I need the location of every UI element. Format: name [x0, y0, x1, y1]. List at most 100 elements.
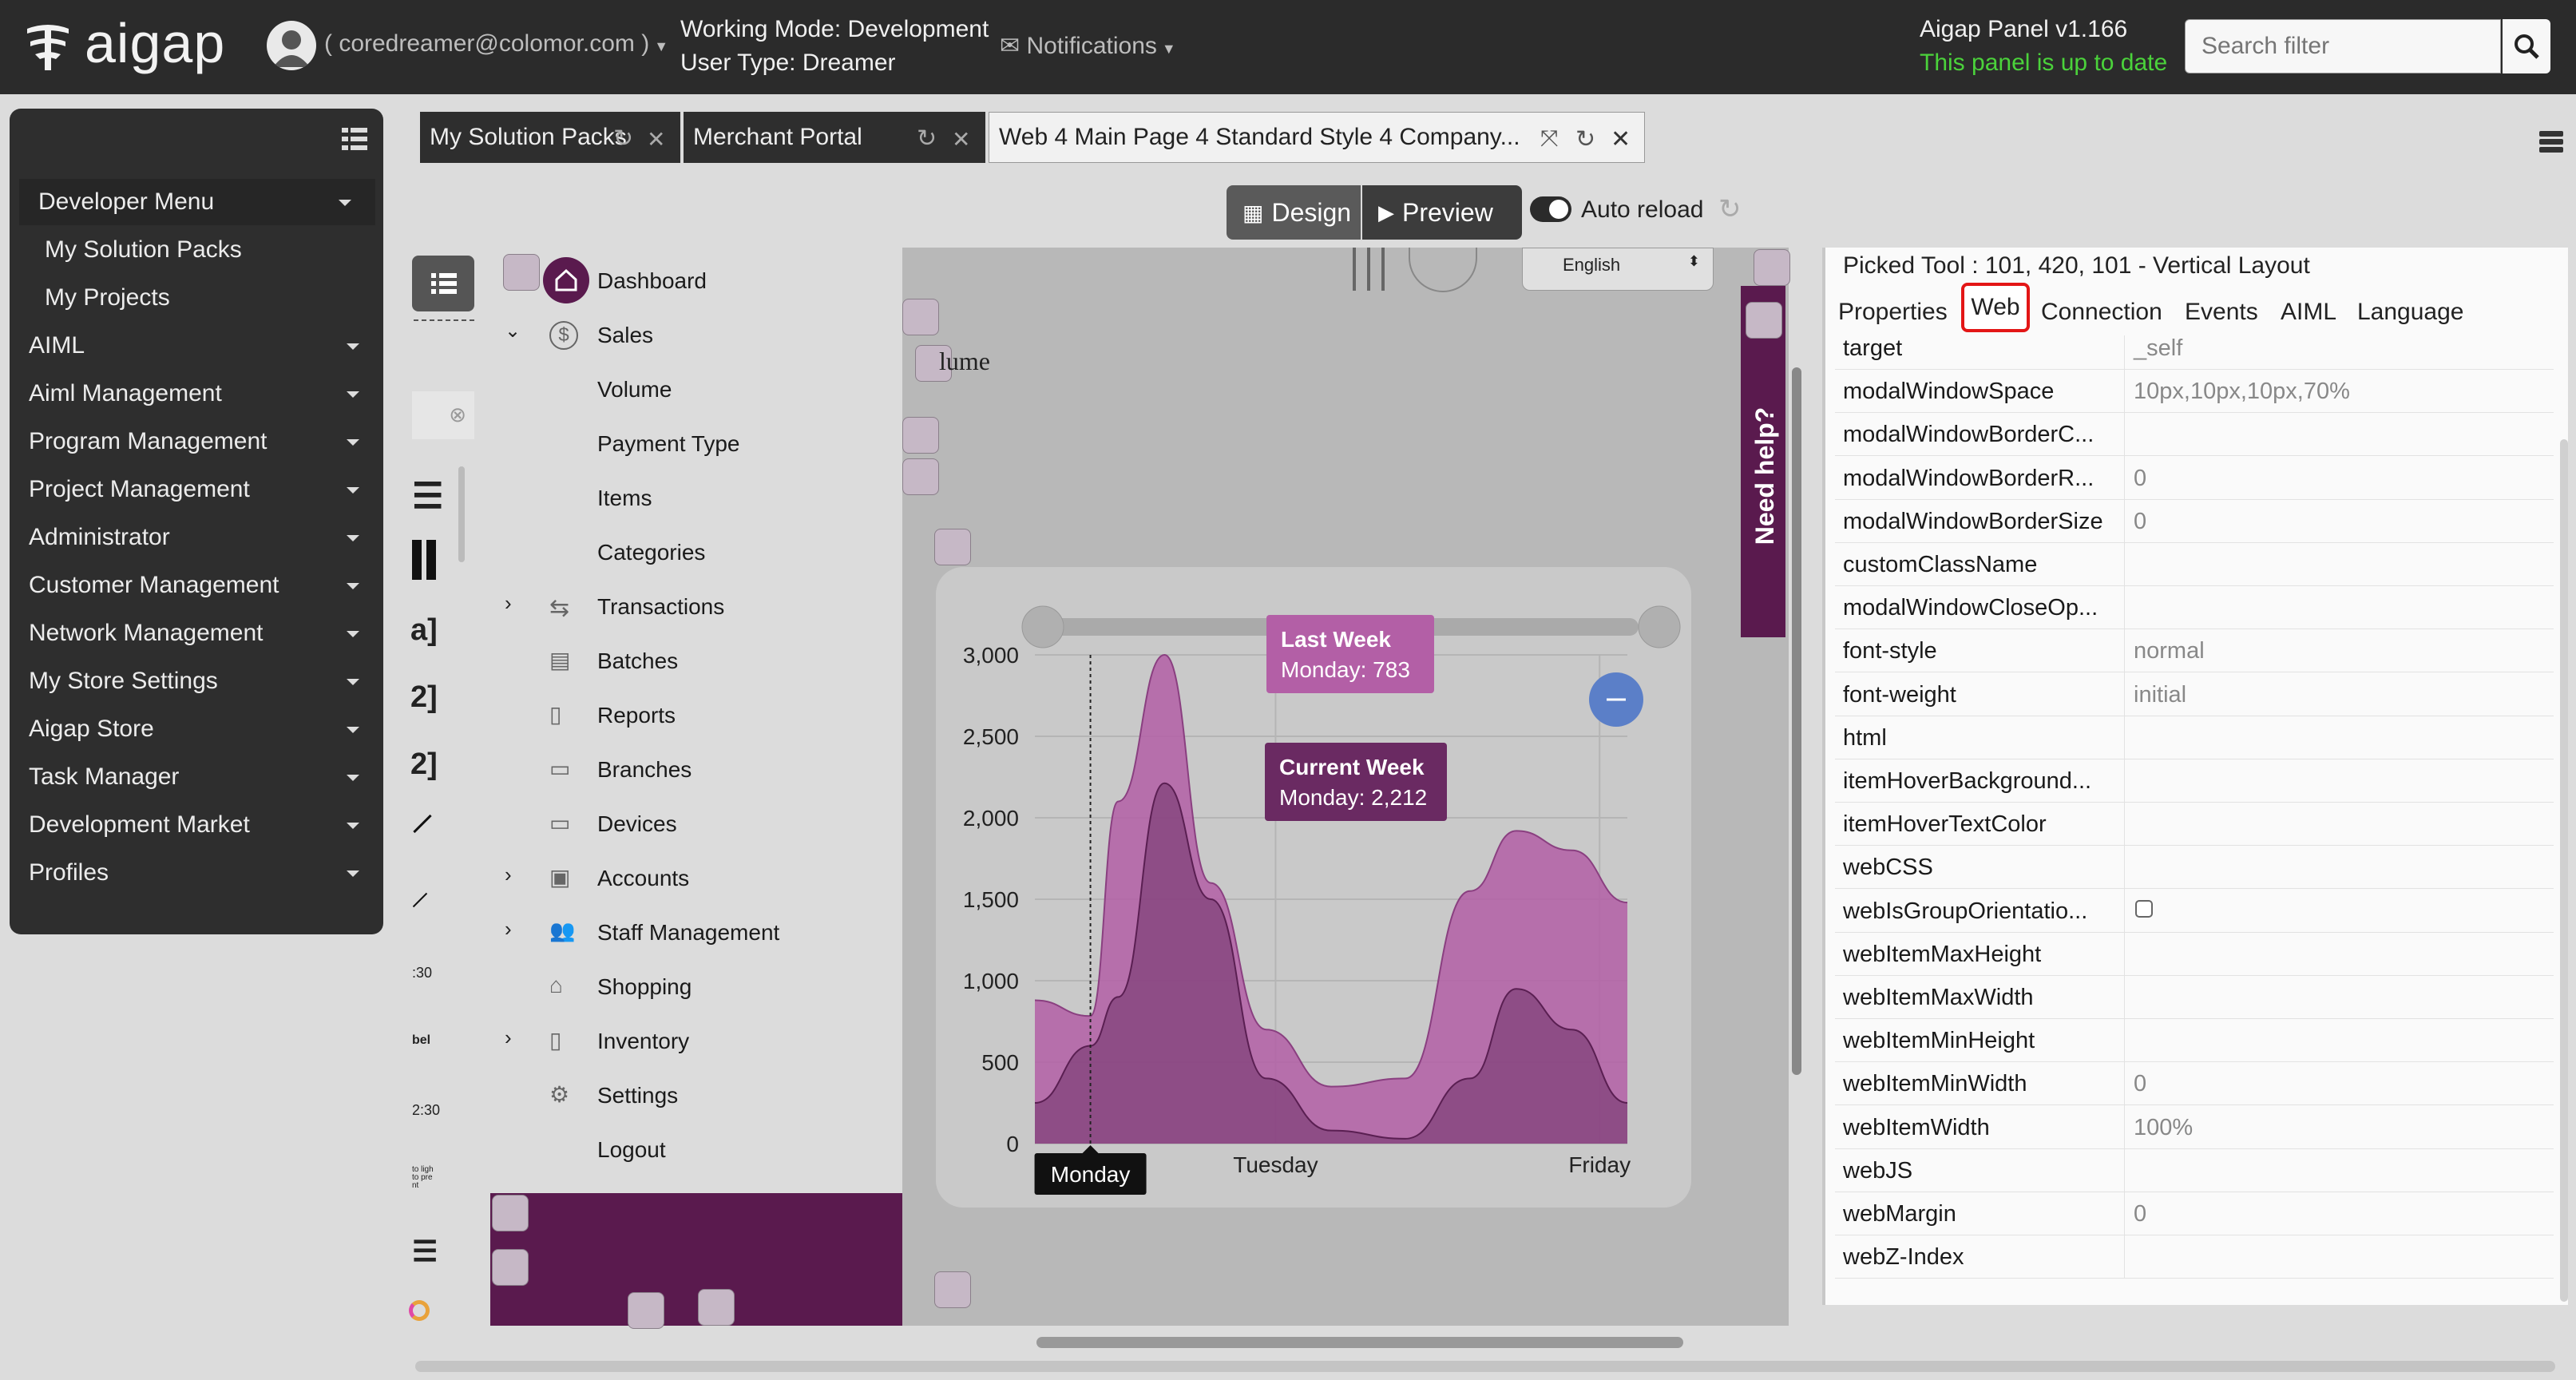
refresh-icon[interactable]: ↻: [917, 125, 939, 152]
avatar[interactable]: [267, 21, 316, 70]
nav-shopping[interactable]: Shopping: [597, 974, 692, 1000]
edit-icon[interactable]: [934, 1271, 971, 1308]
label-tool-label[interactable]: bel: [412, 1033, 430, 1048]
nav-reports[interactable]: Reports: [597, 703, 676, 728]
panel-splitter[interactable]: [1822, 248, 1825, 1305]
menu-my-store-settings[interactable]: My Store Settings: [10, 658, 383, 704]
refresh-icon[interactable]: ↻: [613, 125, 636, 152]
tab-web[interactable]: Web: [1961, 283, 2030, 332]
time-tool-label[interactable]: :30: [412, 965, 432, 981]
close-icon[interactable]: ✕: [647, 126, 669, 152]
notifications-dropdown[interactable]: ✉ Notifications ▼: [1000, 32, 1176, 60]
nav-inventory[interactable]: Inventory: [597, 1029, 689, 1054]
nav-volume[interactable]: Volume: [597, 377, 672, 402]
menu-project-management[interactable]: Project Management: [10, 466, 383, 513]
menu-aiml-management[interactable]: Aiml Management: [10, 371, 383, 417]
unlink-icon[interactable]: ⤧: [1540, 125, 1563, 150]
property-row[interactable]: modalWindowSpace 10px,10px,10px,70%: [1835, 369, 2554, 414]
property-value[interactable]: _self: [2134, 335, 2182, 362]
text-tool-icon[interactable]: a]: [410, 613, 438, 648]
nav-batches[interactable]: Batches: [597, 648, 678, 674]
checkbox[interactable]: [2135, 899, 2153, 918]
search-button[interactable]: [2503, 19, 2550, 73]
property-row[interactable]: webMargin 0: [1835, 1192, 2554, 1235]
nav-transactions[interactable]: Transactions: [597, 594, 724, 620]
number-tool-icon[interactable]: 2]: [410, 748, 438, 782]
home-icon[interactable]: [543, 257, 589, 303]
canvas-h-scrollbar[interactable]: [1036, 1337, 1683, 1348]
edit-icon[interactable]: [628, 1292, 664, 1329]
property-value[interactable]: normal: [2134, 638, 2205, 664]
property-value[interactable]: 0: [2134, 1201, 2146, 1227]
menu-network-management[interactable]: Network Management: [10, 610, 383, 656]
avatar[interactable]: [1409, 248, 1477, 292]
nav-devices[interactable]: Devices: [597, 811, 677, 837]
chevron-right-icon[interactable]: ›: [505, 917, 512, 942]
auto-reload-toggle[interactable]: [1530, 196, 1571, 222]
close-icon[interactable]: ✕: [952, 126, 974, 152]
tab-web-4-main-page[interactable]: Web 4 Main Page 4 Standard Style 4 Compa…: [989, 112, 1645, 163]
canvas-scrollbar[interactable]: [1792, 367, 1801, 1075]
property-row[interactable]: webIsGroupOrientatio...: [1835, 888, 2554, 933]
property-row[interactable]: webItemMinWidth 0: [1835, 1061, 2554, 1106]
reload-icon[interactable]: ↻: [1718, 193, 1742, 225]
search-input[interactable]: [2185, 19, 2501, 73]
property-value[interactable]: initial: [2134, 682, 2186, 708]
server-stack-icon[interactable]: [2538, 128, 2565, 155]
pause-bar-icon[interactable]: [426, 540, 436, 580]
property-row[interactable]: webItemMaxWidth: [1835, 975, 2554, 1019]
property-row[interactable]: customClassName: [1835, 542, 2554, 586]
tab-merchant-portal[interactable]: Merchant Portal ✕ ↻: [684, 112, 985, 163]
tab-my-solution-packs[interactable]: My Solution Packs ✕ ↻: [420, 112, 680, 163]
property-row[interactable]: font-style normal: [1835, 629, 2554, 673]
property-row[interactable]: itemHoverTextColor: [1835, 802, 2554, 847]
nav-branches[interactable]: Branches: [597, 757, 692, 783]
edit-icon[interactable]: [902, 417, 939, 454]
property-row[interactable]: webJS: [1835, 1148, 2554, 1192]
time-tool-label[interactable]: 2:30: [412, 1102, 440, 1119]
menu-customer-management[interactable]: Customer Management: [10, 562, 383, 609]
menu-developer-menu[interactable]: Developer Menu: [19, 179, 375, 225]
strip-scrollbar[interactable]: [458, 466, 465, 562]
property-value[interactable]: 100%: [2134, 1115, 2193, 1141]
edit-icon[interactable]: [492, 1249, 529, 1286]
clear-icon[interactable]: ⊗: [449, 402, 466, 427]
tab-language[interactable]: Language: [2357, 299, 2463, 326]
property-value[interactable]: 0: [2134, 509, 2146, 535]
preview-mode-button[interactable]: ▶ Preview: [1362, 185, 1522, 240]
property-value[interactable]: 0: [2134, 1071, 2146, 1097]
refresh-icon[interactable]: ↻: [1575, 125, 1598, 153]
tab-properties[interactable]: Properties: [1838, 299, 1948, 326]
tab-aiml[interactable]: AIML: [2281, 299, 2336, 326]
menu-aigap-store[interactable]: Aigap Store: [10, 706, 383, 752]
property-scrollbar[interactable]: [2560, 439, 2568, 1302]
chevron-right-icon[interactable]: ›: [505, 862, 512, 887]
list-grid-icon[interactable]: [342, 126, 367, 152]
donut-tool-icon[interactable]: [409, 1300, 430, 1321]
edit-icon[interactable]: [902, 458, 939, 495]
edit-icon[interactable]: [902, 299, 939, 335]
tab-events[interactable]: Events: [2185, 299, 2258, 326]
nav-settings[interactable]: Settings: [597, 1083, 678, 1108]
property-row[interactable]: html: [1835, 715, 2554, 759]
volume-area-chart[interactable]: 0 500 1,000 1,500 2,000 2,500 3,000 Tuesday Frid…: [936, 567, 1691, 1208]
edit-icon[interactable]: [503, 254, 540, 291]
line-tool-icon[interactable]: [413, 814, 432, 834]
edit-icon[interactable]: [492, 1195, 529, 1231]
property-row[interactable]: modalWindowBorderC...: [1835, 412, 2554, 457]
nav-accounts[interactable]: Accounts: [597, 866, 689, 891]
thin-line-tool-icon[interactable]: [412, 892, 428, 908]
nav-staff-management[interactable]: Staff Management: [597, 920, 779, 946]
chevron-right-icon[interactable]: ›: [505, 591, 512, 616]
nav-categories[interactable]: Categories: [597, 540, 705, 565]
logo-text[interactable]: aigap: [85, 11, 225, 75]
nav-payment-type[interactable]: Payment Type: [597, 431, 739, 457]
user-email-dropdown[interactable]: ( coredreamer@colomor.com ) ▼: [324, 30, 668, 58]
need-help-tab[interactable]: Need help?: [1741, 286, 1785, 637]
menu-my-projects[interactable]: My Projects: [10, 275, 383, 321]
menu-lines-icon[interactable]: ☰: [412, 476, 443, 517]
menu-profiles[interactable]: Profiles: [10, 850, 383, 896]
property-row[interactable]: font-weight initial: [1835, 672, 2554, 716]
property-row[interactable]: modalWindowBorderSize 0: [1835, 498, 2554, 543]
tool-list-button[interactable]: [412, 256, 474, 311]
